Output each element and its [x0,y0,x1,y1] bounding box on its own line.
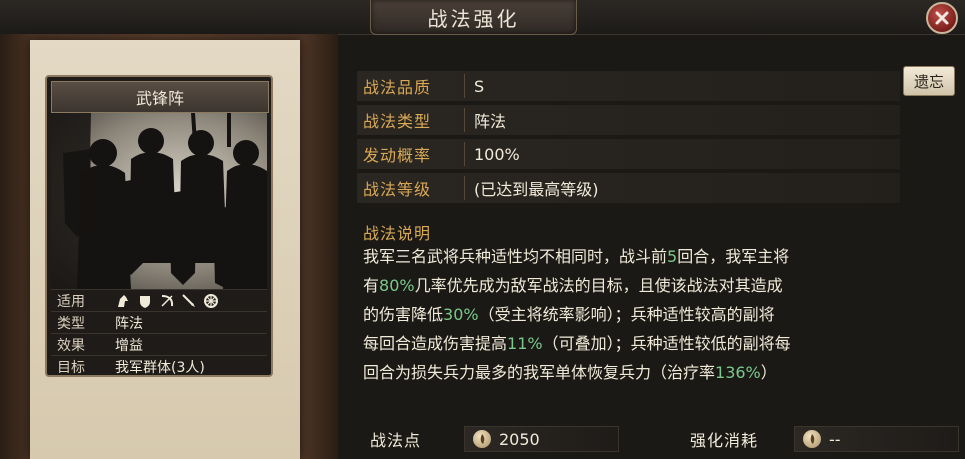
window-title-plate: 战法强化 [370,0,577,35]
card-row-key: 目标 [57,359,85,376]
tactic-point-icon [803,430,821,448]
tactic-description: 我军三名武将兵种适性均不相同时，战斗前5回合，我军主将 有80%几率优先成为敌军… [363,242,953,387]
info-value: 100% [474,144,520,164]
spear-icon [182,293,195,307]
tactic-points: 战法点 2050 [370,424,619,454]
bow-icon [161,294,174,307]
info-value: S [474,76,485,96]
upgrade-cost-label: 强化消耗 [690,431,759,450]
tactic-points-value: 2050 [499,429,540,449]
cavalry-icon [118,294,128,307]
info-label: 战法品质 [357,74,465,98]
card-row-value: 我军群体(3人) [115,359,205,376]
info-row-quality: 战法品质 S [357,71,900,101]
info-label: 发动概率 [357,142,465,166]
description-line: 每回合造成伤害提高11%（可叠加）；兵种适性较低的副将每 [363,334,791,353]
upgrade-cost-box: -- [794,426,959,452]
forget-button[interactable]: 遗忘 [903,66,955,96]
description-line: 的伤害降低30%（受主将统率影响）；兵种适性较高的副将 [363,305,775,324]
siege-icon [204,293,218,308]
close-icon [935,11,949,25]
tactic-points-box: 2050 [464,426,619,452]
card-row-applicable: 适用 [51,289,267,311]
soldiers-artwork-icon [51,113,267,289]
info-row-rate: 发动概率 100% [357,139,900,169]
info-row-level: 战法等级 (已达到最高等级) [357,173,900,203]
tactic-card: 武锋阵 适用 类型 阵法 效果 增益 目标 我军群体(3人) [45,75,273,377]
unit-type-icons [115,293,219,309]
upgrade-cost: 强化消耗 -- [690,424,959,454]
card-row-key: 效果 [57,337,85,354]
tactic-card-artwork [51,113,267,289]
card-row-target: 目标 我军群体(3人) [51,355,267,377]
close-button[interactable] [926,2,958,34]
tactic-point-icon [473,430,491,448]
tactic-card-name: 武锋阵 [51,81,269,113]
info-value: 阵法 [474,112,507,131]
card-row-type: 类型 阵法 [51,311,267,333]
window-title: 战法强化 [427,6,520,31]
description-line: 我军三名武将兵种适性均不相同时，战斗前5回合，我军主将 [363,247,790,266]
info-row-type: 战法类型 阵法 [357,105,900,135]
card-row-key: 适用 [57,293,85,310]
shield-icon [140,295,150,308]
upgrade-cost-value: -- [829,429,841,449]
card-row-effect: 效果 增益 [51,333,267,355]
card-row-value: 阵法 [115,315,143,332]
description-title: 战法说明 [363,224,432,243]
info-value: (已达到最高等级) [474,180,599,199]
card-row-key: 类型 [57,315,85,332]
info-label: 战法等级 [357,176,465,200]
info-label: 战法类型 [357,108,465,132]
description-line: 回合为损失兵力最多的我军单体恢复兵力（治疗率136%） [363,363,777,382]
tactic-points-label: 战法点 [370,431,422,450]
card-row-value: 增益 [115,337,143,354]
description-line: 有80%几率优先成为敌军战法的目标，且使该战法对其造成 [363,276,783,295]
